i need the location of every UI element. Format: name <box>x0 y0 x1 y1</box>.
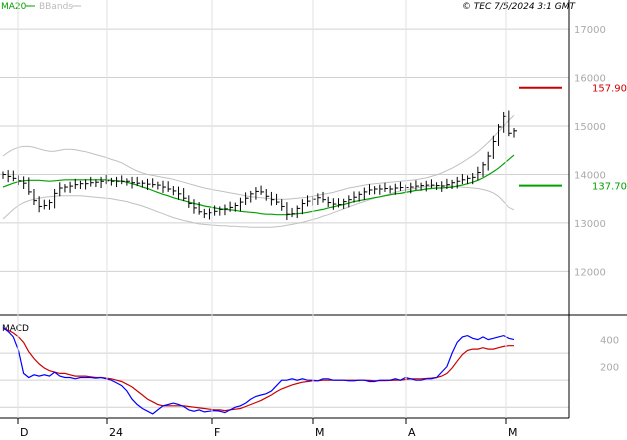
x-tick-label: M <box>508 426 518 439</box>
level-label: 157.90 <box>592 84 627 95</box>
x-tick-label: F <box>214 426 220 439</box>
price-tick-label: 12000 <box>574 267 606 278</box>
macd-panel: MACD 400 200 <box>0 315 619 419</box>
price-tick-label: 13000 <box>574 219 606 230</box>
x-tick-label: D <box>20 426 28 439</box>
macd-tick-label: 400 <box>600 336 619 347</box>
legend-bbands-label: BBands <box>39 2 73 12</box>
macd-signal-line <box>2 328 514 412</box>
price-tick-label: 14000 <box>574 170 606 181</box>
macd-tick-label: 200 <box>600 363 619 374</box>
macd-axis: 400 200 <box>600 336 619 374</box>
price-tick-label: 15000 <box>574 122 606 133</box>
price-tick-label: 17000 <box>574 25 606 36</box>
x-tick-label: 24 <box>109 426 123 439</box>
x-tick-label: M <box>315 426 325 439</box>
legend-ma20-label: MA20 <box>1 2 27 12</box>
macd-label: MACD <box>2 324 29 334</box>
x-tick-label: A <box>408 426 416 439</box>
level-label: 137.70 <box>592 182 627 193</box>
copyright-text: © TEC 7/5/2024 3:1 GMT <box>462 2 577 12</box>
price-axis: 170001600015000140001300012000 <box>574 25 606 278</box>
chart-canvas: 170001600015000140001300012000 157.90137… <box>0 0 627 439</box>
